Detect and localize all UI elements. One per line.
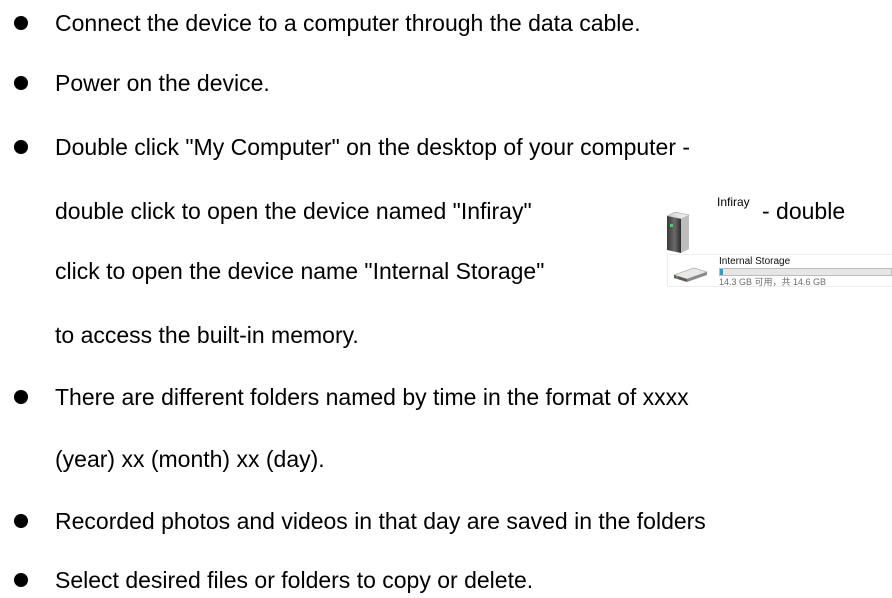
step-3-line-1: Double click "My Computer" on the deskto… (55, 134, 691, 160)
hard-drive-icon (672, 267, 708, 283)
step-3-line-4: to access the built-in memory. (55, 322, 359, 348)
storage-free-text: 14.3 GB 可用，共 14.6 GB (719, 277, 827, 287)
bullet-6 (14, 573, 28, 587)
step-3-line-2: double click to open the device named "I… (55, 198, 532, 224)
infiray-drive-label[interactable]: Infiray (717, 195, 750, 209)
step-1-text: Connect the device to a computer through… (55, 10, 641, 36)
removable-drive-icon[interactable] (665, 211, 690, 253)
bullet-4 (14, 390, 28, 404)
step-4-line-2: (year) xx (month) xx (day). (55, 446, 325, 472)
internal-storage-name: Internal Storage (719, 256, 791, 267)
bullet-2 (14, 76, 28, 90)
step-4-line-1: There are different folders named by tim… (55, 384, 689, 410)
internal-storage-item[interactable]: Internal Storage 14.3 GB 可用，共 14.6 GB (667, 254, 892, 287)
bullet-5 (14, 514, 28, 528)
step-3-line-3: click to open the device name "Internal … (55, 258, 545, 284)
step-6-text: Select desired files or folders to copy … (55, 567, 534, 593)
step-5-text: Recorded photos and videos in that day a… (55, 508, 706, 534)
storage-usage-fill (720, 269, 724, 275)
bullet-3 (14, 140, 28, 154)
step-3-line-2-end: - double (762, 198, 846, 224)
bullet-1 (14, 16, 28, 30)
storage-usage-bar (719, 268, 892, 276)
step-2-text: Power on the device. (55, 70, 270, 96)
